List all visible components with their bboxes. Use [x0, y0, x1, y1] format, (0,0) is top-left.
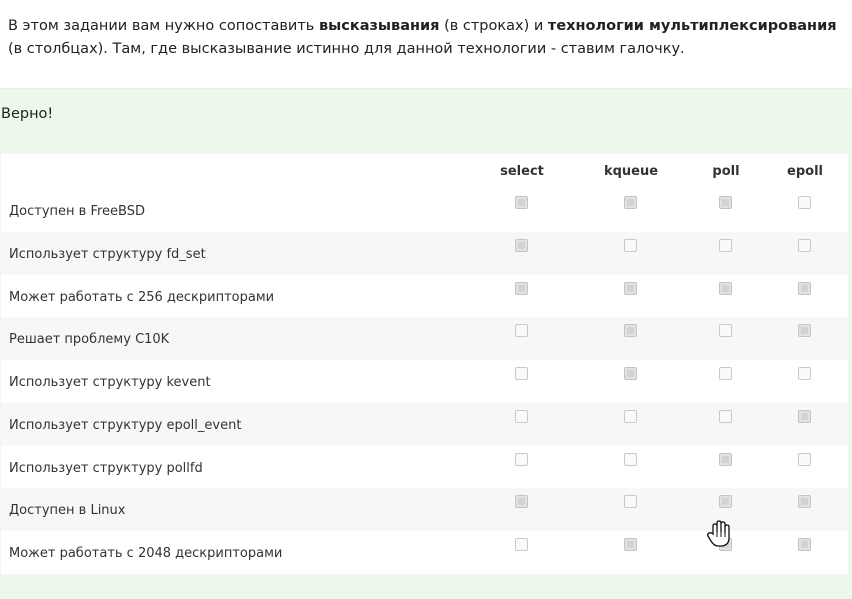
checkbox-epoll[interactable]	[798, 452, 811, 466]
checkbox-poll[interactable]	[719, 324, 732, 338]
matrix-header: select kqueue poll epoll	[1, 154, 848, 189]
checkbox-kqueue[interactable]	[624, 281, 637, 295]
matrix-row: Использует структуру pollfd	[1, 446, 848, 489]
checkbox-epoll[interactable]	[798, 196, 811, 209]
statement-label: Использует структуру kevent	[9, 375, 211, 390]
checkbox-epoll[interactable]	[798, 495, 811, 509]
checkbox-kqueue[interactable]	[624, 238, 637, 252]
checkbox-epoll[interactable]	[798, 238, 811, 252]
checkbox-select[interactable]	[515, 367, 528, 380]
matrix-row: Использует структуру kevent	[1, 360, 848, 403]
checkbox-poll[interactable]	[719, 238, 732, 252]
checkbox-select[interactable]	[515, 495, 528, 509]
checkbox-poll[interactable]	[719, 495, 732, 509]
statement-label: Использует структуру epoll_event	[9, 417, 242, 433]
checkbox-poll[interactable]	[719, 367, 732, 380]
checkbox-poll[interactable]	[719, 196, 732, 209]
checkbox-epoll[interactable]	[798, 281, 811, 295]
checkbox-poll[interactable]	[719, 452, 732, 466]
statement-label: Использует структуру pollfd	[9, 460, 203, 476]
intro-text-1: В этом задании вам нужно сопоставить	[8, 18, 319, 34]
checkbox-epoll[interactable]	[798, 538, 811, 551]
checkbox-kqueue[interactable]	[624, 409, 637, 423]
checkbox-select[interactable]	[515, 452, 528, 466]
matrix-row: Использует структуру epoll_event	[1, 402, 848, 446]
intro-bold-statements: высказывания	[318, 18, 440, 34]
matrix-row: Использует структуру fd_set	[1, 231, 848, 275]
column-header-kqueue: kqueue	[603, 164, 659, 179]
hand-cursor-icon	[707, 520, 730, 547]
checkbox-kqueue[interactable]	[624, 452, 637, 466]
checkbox-epoll[interactable]	[798, 367, 811, 380]
checkbox-poll[interactable]	[719, 409, 732, 423]
checkbox-poll[interactable]	[719, 281, 732, 295]
matrix-row: Может работать с 256 дескрипторами	[1, 275, 848, 318]
matrix-row: Доступен в FreeBSD	[1, 189, 848, 232]
verdict-text: Верно!	[1, 106, 54, 122]
checkbox-select[interactable]	[515, 324, 528, 338]
statement-label: Может работать с 2048 дескрипторами	[9, 546, 283, 561]
intro-text-3: (в столбцах). Там, где высказывание исти…	[8, 41, 685, 57]
checkbox-kqueue[interactable]	[624, 196, 637, 209]
statement-label: Использует структуру fd_set	[9, 246, 206, 262]
checkbox-select[interactable]	[515, 238, 528, 252]
checkbox-kqueue[interactable]	[624, 324, 637, 338]
checkbox-select[interactable]	[515, 281, 528, 295]
checkbox-kqueue[interactable]	[624, 538, 637, 551]
task-description: В этом задании вам нужно сопоставить выс…	[8, 15, 844, 61]
statement-label: Доступен в FreeBSD	[9, 204, 145, 219]
checkbox-epoll[interactable]	[798, 324, 811, 338]
matrix-row: Решает проблему C10K	[1, 317, 848, 360]
checkbox-select[interactable]	[515, 409, 528, 423]
checkbox-select[interactable]	[515, 538, 528, 551]
statement-label: Доступен в Linux	[9, 503, 126, 519]
checkbox-kqueue[interactable]	[624, 495, 637, 509]
statement-label: Решает проблему C10K	[9, 332, 170, 348]
checkbox-epoll[interactable]	[798, 409, 811, 423]
checkbox-kqueue[interactable]	[624, 367, 637, 380]
column-header-select: select	[500, 164, 544, 179]
intro-text-2: (в строках) и	[439, 18, 548, 34]
column-header-epoll: epoll	[787, 164, 823, 179]
checkbox-select[interactable]	[515, 196, 528, 209]
matching-matrix: select kqueue poll epoll Доступен в Free…	[1, 154, 848, 574]
intro-bold-technologies: технологии мультиплексирования	[547, 18, 837, 34]
statement-label: Может работать с 256 дескрипторами	[9, 289, 275, 305]
matrix-rows: Доступен в FreeBSD Использует структуру f…	[1, 189, 848, 574]
column-header-poll: poll	[712, 164, 740, 179]
